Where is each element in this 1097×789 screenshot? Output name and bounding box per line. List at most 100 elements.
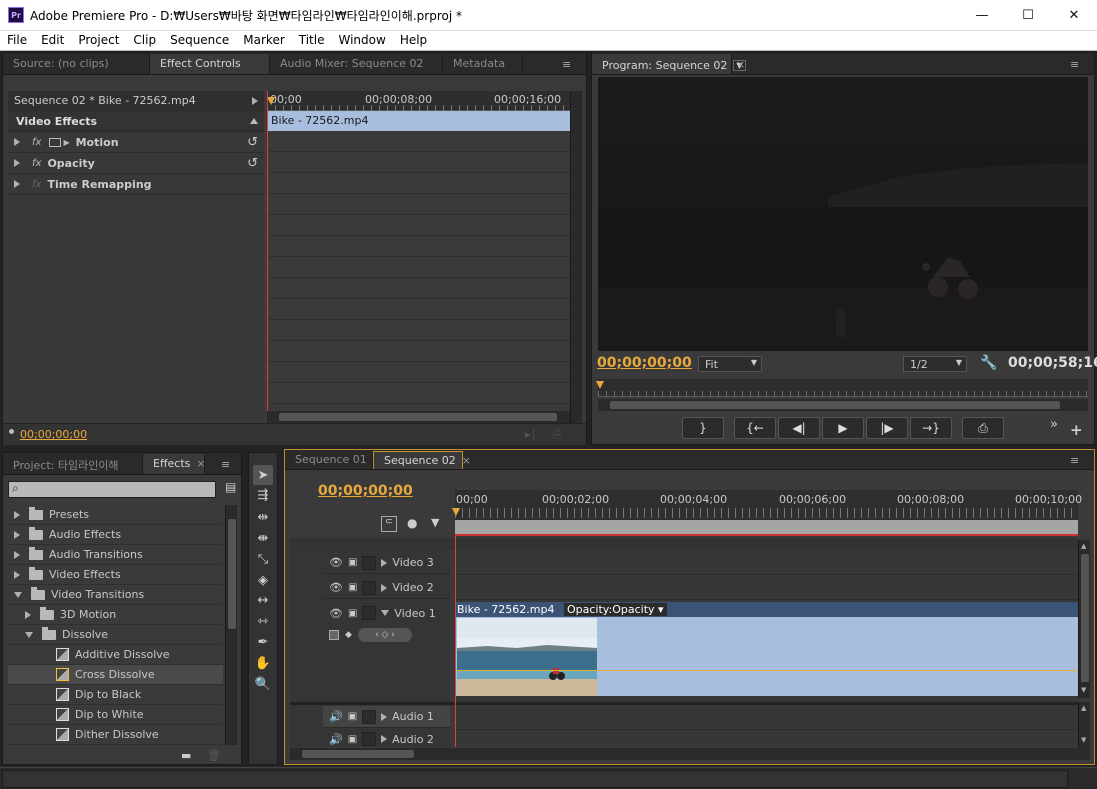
scroll-up-icon[interactable]: ▲ <box>1081 704 1086 712</box>
play-button[interactable]: ▶ <box>822 417 864 439</box>
menu-edit[interactable]: Edit <box>34 31 71 50</box>
disclosure-triangle-icon[interactable] <box>14 510 20 519</box>
track-header-video-1[interactable]: 👁 ▣ Video 1 <box>323 602 450 624</box>
sync-lock-icon[interactable] <box>362 732 377 746</box>
panel-menu-icon[interactable]: ≡ <box>221 458 241 474</box>
new-custom-bin-icon[interactable]: ▬ <box>181 749 191 762</box>
disclosure-triangle-icon[interactable] <box>381 558 388 567</box>
button-editor-icon[interactable]: + <box>1070 421 1083 439</box>
menu-window[interactable]: Window <box>331 31 392 50</box>
sync-lock-icon[interactable] <box>362 580 377 595</box>
disclosure-triangle-icon[interactable] <box>14 159 20 167</box>
effects-tree-item[interactable]: 3D Motion <box>8 605 223 625</box>
track-header-video-2[interactable]: 👁 ▣ Video 2 <box>323 577 450 599</box>
snap-icon[interactable]: ⊂ <box>381 516 397 532</box>
playhead-marker-icon[interactable] <box>452 508 460 516</box>
disclosure-triangle-icon[interactable] <box>381 610 390 616</box>
lock-icon[interactable]: ▣ <box>348 608 357 619</box>
scroll-thumb[interactable] <box>302 750 414 758</box>
fx-toggle-icon[interactable]: fx <box>32 158 41 169</box>
effects-tree-item[interactable]: Video Transitions <box>8 585 223 605</box>
scroll-thumb[interactable] <box>279 413 557 421</box>
video-vertical-scrollbar[interactable]: ▲ ▼ <box>1078 540 1090 698</box>
effects-tree-item[interactable]: Cross Dissolve <box>8 665 223 685</box>
slip-tool-icon[interactable]: ↔ <box>253 590 273 610</box>
timeline-horizontal-scrollbar[interactable] <box>290 748 1090 760</box>
lock-icon[interactable]: ▣ <box>348 711 357 722</box>
track-header-audio-2[interactable]: 🔊 ▣ Audio 2 <box>323 730 450 748</box>
horizontal-scrollbar[interactable] <box>267 411 570 423</box>
maximize-button[interactable]: ☐ <box>1005 0 1051 31</box>
work-area-bar[interactable] <box>455 520 1078 534</box>
ripple-edit-tool-icon[interactable]: ⇹ <box>253 507 273 527</box>
more-buttons-icon[interactable]: » <box>1050 417 1058 432</box>
marker-dot-icon[interactable]: ● <box>407 516 417 530</box>
rate-stretch-tool-icon[interactable]: ⤡ <box>253 549 273 569</box>
reset-icon[interactable]: ↺ <box>247 135 258 150</box>
sync-lock-icon[interactable] <box>362 709 377 724</box>
scroll-thumb[interactable] <box>610 401 1060 409</box>
menu-clip[interactable]: Clip <box>126 31 163 50</box>
effects-tree-item[interactable]: Additive Dissolve <box>8 645 223 665</box>
pen-tool-icon[interactable]: ✒ <box>253 632 273 652</box>
hand-tool-icon[interactable]: ✋ <box>253 653 273 673</box>
lock-icon[interactable]: ▣ <box>348 557 357 568</box>
timeline-timecode[interactable]: 00;00;00;00 <box>318 483 413 499</box>
track-select-tool-icon[interactable]: ⇶ <box>253 485 273 505</box>
program-zoom-scrollbar[interactable] <box>598 399 1088 411</box>
menu-marker[interactable]: Marker <box>236 31 291 50</box>
export-frame-button[interactable]: ⎙ <box>962 417 1004 439</box>
effects-tree-item[interactable]: Presets <box>8 505 223 525</box>
new-bin-icon[interactable]: ▤ <box>225 480 239 498</box>
collapse-icon[interactable] <box>250 118 258 124</box>
clip-title-bar[interactable]: Bike - 72562.mp4 Opacity:Opacity ▾ <box>455 602 1078 617</box>
speaker-icon[interactable]: 🔊 <box>329 710 343 723</box>
timeline-ruler[interactable]: 00;00 00;00;02;00 00;00;04;00 00;00;06;0… <box>452 490 1082 536</box>
effect-row-time-remapping[interactable]: fx Time Remapping <box>8 174 264 195</box>
effects-tree-item[interactable]: Video Effects <box>8 565 223 585</box>
track-header-video-3[interactable]: 👁 ▣ Video 3 <box>323 552 450 574</box>
step-forward-button[interactable]: |▶ <box>866 417 908 439</box>
program-video-frame[interactable] <box>598 77 1088 351</box>
scroll-up-icon[interactable]: ▲ <box>1081 542 1086 550</box>
go-to-in-button[interactable]: {← <box>734 417 776 439</box>
playhead-marker-icon[interactable] <box>596 381 604 389</box>
close-tab-icon[interactable]: × <box>196 457 205 474</box>
timeline-clip[interactable]: Bike - 72562.mp4 Opacity:Opacity ▾ <box>455 602 1078 696</box>
effects-tree-item[interactable]: Dip to Black <box>8 685 223 705</box>
panel-menu-icon[interactable]: ≡ <box>1070 454 1094 469</box>
sync-lock-icon[interactable] <box>362 606 377 620</box>
keyframe-toggle-icon[interactable]: ◆ <box>345 630 352 640</box>
tab-effect-controls[interactable]: Effect Controls <box>150 54 270 74</box>
fit-select[interactable]: Fit ▼ <box>698 356 762 372</box>
effects-tree-item[interactable]: Dip to White <box>8 705 223 725</box>
effects-tree-item[interactable]: Audio Transitions <box>8 545 223 565</box>
step-back-button[interactable]: ◀| <box>778 417 820 439</box>
program-current-timecode[interactable]: 00;00;00;00 <box>597 355 692 371</box>
tab-sequence-02[interactable]: Sequence 02 × <box>373 451 471 469</box>
tab-source[interactable]: Source: (no clips) <box>3 54 150 74</box>
speaker-icon[interactable]: 🔊 <box>329 733 343 746</box>
effect-row-opacity[interactable]: fx Opacity ↺ <box>8 153 264 174</box>
disclosure-triangle-icon[interactable] <box>381 583 388 592</box>
go-to-out-button[interactable]: →} <box>910 417 952 439</box>
playhead-marker-icon[interactable] <box>267 97 275 105</box>
wrench-icon[interactable]: 🔧 <box>980 355 997 371</box>
menu-project[interactable]: Project <box>71 31 126 50</box>
disclosure-triangle-icon[interactable] <box>381 712 388 721</box>
effect-controls-ruler[interactable]: 00;00 00;00;08;00 00;00;16;00 <box>267 91 570 111</box>
add-marker-icon[interactable]: ▼ <box>431 516 439 529</box>
effect-clip-bar[interactable]: Bike - 72562.mp4 <box>267 111 570 131</box>
audio-vertical-scrollbar[interactable]: ▲ ▼ <box>1078 702 1090 748</box>
disclosure-triangle-icon[interactable] <box>25 631 33 638</box>
eye-icon[interactable]: 👁 <box>329 607 343 620</box>
expand-timeline-icon[interactable] <box>252 97 258 105</box>
tab-audio-mixer[interactable]: Audio Mixer: Sequence 02 <box>270 54 443 74</box>
program-ruler[interactable] <box>596 379 1088 397</box>
effects-tree-item[interactable]: Dither Dissolve <box>8 725 223 745</box>
scroll-thumb[interactable] <box>228 519 236 629</box>
eye-icon[interactable]: 👁 <box>329 556 343 569</box>
display-style-icon[interactable] <box>329 630 339 640</box>
effects-search-input[interactable]: ⌕ <box>8 481 216 498</box>
lock-icon[interactable]: ▣ <box>348 734 357 745</box>
